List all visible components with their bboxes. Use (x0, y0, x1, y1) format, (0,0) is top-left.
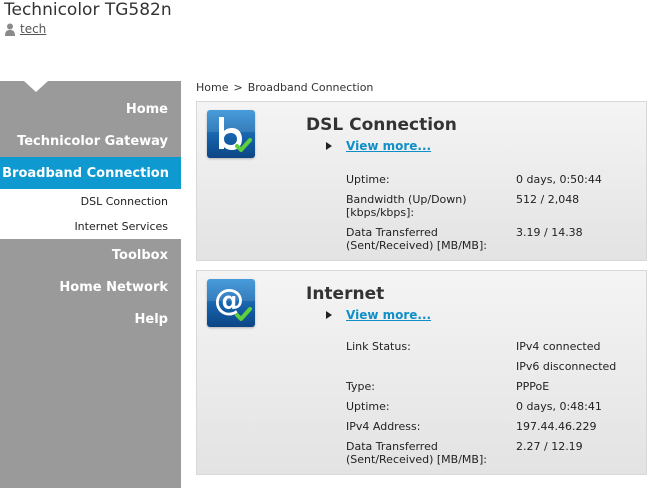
dsl-connection-title: DSL Connection (306, 115, 457, 135)
sidebar-item-help[interactable]: Help (0, 303, 181, 335)
arrow-right-icon (326, 142, 332, 150)
internet-uptime-value: 0 days, 0:48:41 (516, 400, 602, 413)
arrow-right-icon (326, 311, 332, 319)
internet-ipv6-status-value: IPv6 disconnected (516, 360, 617, 373)
user-icon (4, 23, 16, 36)
internet-title: Internet (306, 284, 385, 304)
internet-ipv4-status-value: IPv4 connected (516, 340, 601, 353)
dsl-view-more[interactable]: View more... (326, 138, 431, 154)
breadcrumb-separator: > (233, 81, 243, 94)
internet-data-transferred-label: Data Transferred (Sent/Received) [MB/MB]… (346, 440, 487, 466)
svg-text:@: @ (214, 283, 244, 318)
dsl-bandwidth-label: Bandwidth (Up/Down) [kbps/kbps]: (346, 193, 467, 219)
broadband-b-check-icon (207, 110, 255, 158)
internet-uptime-label: Uptime: (346, 400, 390, 413)
dsl-bandwidth-value: 512 / 2,048 (516, 193, 580, 206)
app-title: Technicolor TG582n (4, 0, 172, 20)
internet-view-more-link[interactable]: View more... (346, 308, 431, 322)
user-info: tech (4, 21, 46, 37)
sidebar-submenu: DSL Connection Internet Services (0, 189, 181, 239)
at-sign-check-icon: @ (207, 279, 255, 327)
internet-type-value: PPPoE (516, 380, 550, 393)
sidebar-item-broadband-connection[interactable]: Broadband Connection (0, 157, 181, 189)
internet-type-label: Type: (346, 380, 375, 393)
internet-card[interactable]: @ Internet View more... Link Status: IPv… (196, 270, 647, 475)
dsl-data-transferred-label: Data Transferred (Sent/Received) [MB/MB]… (346, 226, 487, 252)
sidebar-item-home[interactable]: Home (0, 93, 181, 125)
breadcrumb-home[interactable]: Home (196, 81, 228, 94)
dsl-connection-card[interactable]: DSL Connection View more... Uptime: 0 da… (196, 101, 647, 261)
sidebar-item-toolbox[interactable]: Toolbox (0, 239, 181, 271)
sidebar-item-technicolor-gateway[interactable]: Technicolor Gateway (0, 125, 181, 157)
sidebar-subitem-internet-services[interactable]: Internet Services (0, 214, 181, 239)
internet-link-status-label: Link Status: (346, 340, 411, 353)
sidebar-notch (24, 81, 48, 92)
user-link[interactable]: tech (20, 22, 46, 36)
breadcrumb-current: Broadband Connection (247, 81, 374, 94)
sidebar-subitem-dsl-connection[interactable]: DSL Connection (0, 189, 181, 214)
internet-ipv4-address-label: IPv4 Address: (346, 420, 421, 433)
internet-ipv4-address-value: 197.44.46.229 (516, 420, 597, 433)
dsl-uptime-value: 0 days, 0:50:44 (516, 173, 602, 186)
internet-data-transferred-value: 2.27 / 12.19 (516, 440, 583, 453)
sidebar-item-home-network[interactable]: Home Network (0, 271, 181, 303)
dsl-view-more-link[interactable]: View more... (346, 139, 431, 153)
dsl-uptime-label: Uptime: (346, 173, 390, 186)
dsl-data-transferred-value: 3.19 / 14.38 (516, 226, 583, 239)
breadcrumb: Home > Broadband Connection (196, 81, 373, 94)
internet-view-more[interactable]: View more... (326, 307, 431, 323)
